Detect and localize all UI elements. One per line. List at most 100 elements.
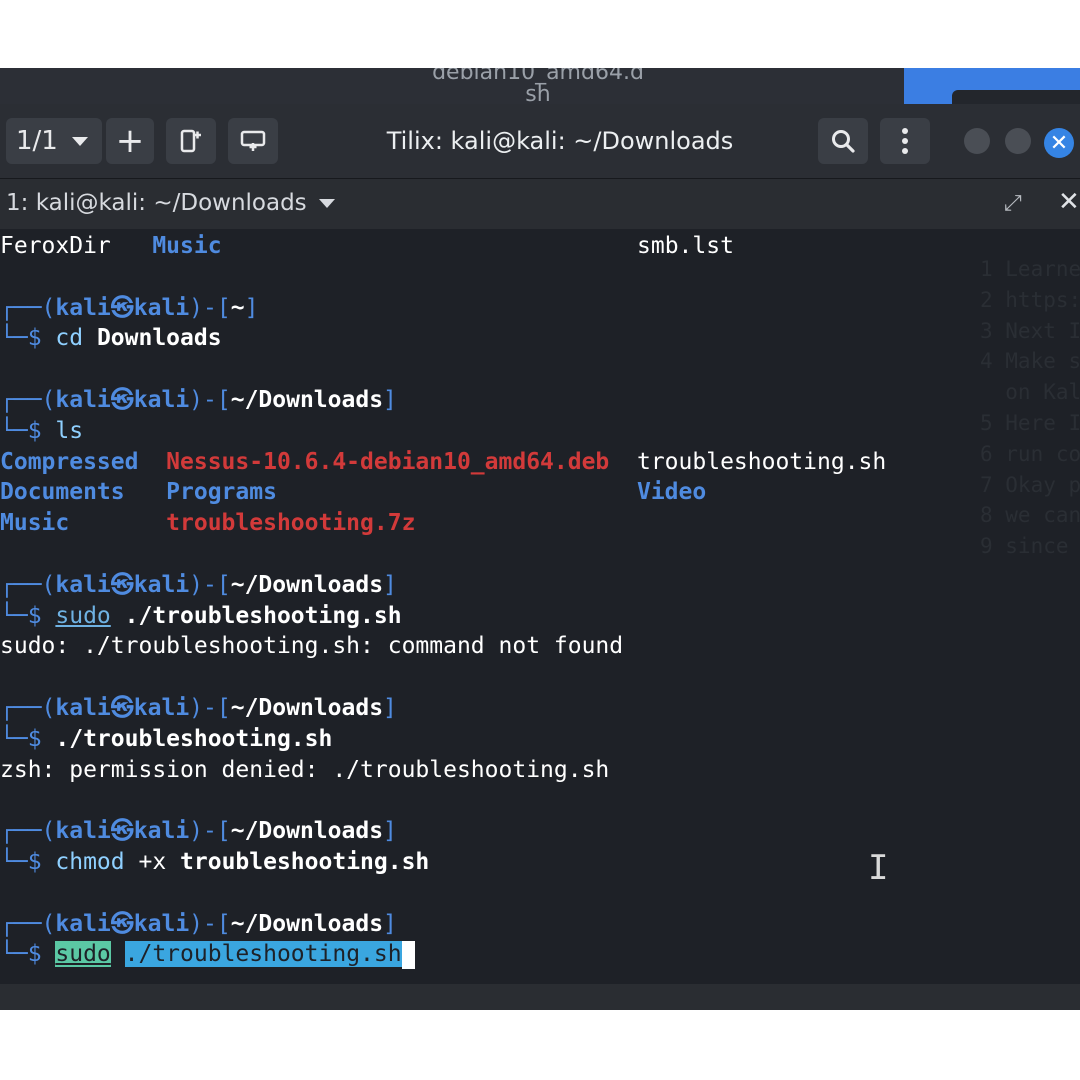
terminal-line: └─$ cd Downloads <box>0 323 222 354</box>
terminal-text: ~/Downloads <box>230 695 384 721</box>
search-icon <box>832 130 855 153</box>
terminal-title[interactable]: 1: kali@kali: ~/Downloads <box>6 189 335 217</box>
terminal-text: ~/Downloads <box>230 818 384 845</box>
terminal-line: ┌──(kali㉿kali)-[~/Downloads] <box>0 570 397 601</box>
split-down-button[interactable] <box>228 118 278 164</box>
terminal-text: troubleshooting.sh <box>636 448 887 475</box>
terminal-text: ┌──( <box>0 695 56 721</box>
text-cursor <box>401 940 415 969</box>
desktop-panel-inner <box>952 90 1080 104</box>
terminal-text: )-[ <box>189 294 231 321</box>
terminal-text: ~ <box>230 294 245 321</box>
terminal-text: Programs <box>166 479 277 506</box>
terminal-text: kali㉿kali <box>55 910 190 937</box>
terminal-line: └─$ ls <box>0 416 83 447</box>
terminal-text: ] <box>383 910 397 937</box>
terminal-text: kali㉿kali <box>55 387 190 413</box>
close-button[interactable]: ✕ <box>1044 128 1074 158</box>
kebab-menu-icon <box>902 128 908 154</box>
terminal-text: )-[ <box>189 387 231 413</box>
terminal-line: Compressed Nessus-10.6.4-debian10_amd64.… <box>0 447 886 478</box>
terminal-line: ┌──(kali㉿kali)-[~/Downloads] <box>0 385 397 416</box>
terminal-line: Music troubleshooting.7z <box>0 508 415 539</box>
background-note-line: 5 Here I <box>980 410 1080 435</box>
split-right-button[interactable] <box>166 118 216 164</box>
background-note-line: 7 Okay p <box>980 472 1080 497</box>
add-session-button[interactable]: + <box>106 118 154 164</box>
maximize-button[interactable] <box>1005 128 1031 154</box>
terminal-line: Documents Programs Video <box>0 477 706 508</box>
background-note-line: 1 Learne <box>980 257 1080 281</box>
maximize-terminal-icon[interactable]: ⤢ <box>1004 191 1022 216</box>
terminal-text: +x <box>124 849 181 875</box>
terminal-text: ] <box>383 387 397 413</box>
terminal-text: )-[ <box>189 910 231 937</box>
terminal-text: ~/Downloads <box>230 387 384 413</box>
terminal-text: ./troubleshooting.sh <box>110 602 402 629</box>
background-note-line: 4 Make s <box>980 349 1080 374</box>
terminal-text: cd <box>55 325 97 352</box>
menu-button[interactable] <box>880 118 930 164</box>
terminal-text: ] <box>244 294 259 321</box>
terminal-text: kali㉿kali <box>55 818 190 845</box>
window-title: Tilix: kali@kali: ~/Downloads <box>386 127 734 155</box>
terminal-text: ] <box>383 571 397 598</box>
chevron-down-icon <box>71 136 88 146</box>
search-button[interactable] <box>818 118 868 164</box>
terminal-text: Music <box>0 510 167 537</box>
terminal-text: Documents <box>0 479 167 506</box>
terminal-line: └─$ sudo ./troubleshooting.sh <box>0 601 402 632</box>
desktop-background: debian10_amd64.d sh <box>0 68 1080 104</box>
terminal-text: Compressed <box>0 448 167 475</box>
terminal-text: Music <box>152 233 222 259</box>
terminal-text: sudo <box>55 602 111 629</box>
terminal-title-bar[interactable]: 1: kali@kali: ~/Downloads ⤢ ✕ <box>0 179 1080 229</box>
terminal-text: ┌──( <box>0 294 56 321</box>
terminal-title-text: 1: kali@kali: ~/Downloads <box>6 190 307 216</box>
terminal-text: └─$ <box>0 725 56 752</box>
terminal-text: chmod <box>55 849 125 875</box>
terminal-output[interactable]: FeroxDir Music smb.lst ┌──(kali㉿kali)-[~]… <box>0 230 1080 1010</box>
session-switcher-button[interactable]: 1/1 <box>6 118 102 164</box>
terminal-text: kali㉿kali <box>55 571 190 598</box>
terminal-line: FeroxDir Music smb.lst <box>0 231 734 262</box>
background-note-line: on Kal <box>980 380 1080 405</box>
background-note-line: 2 https: <box>980 287 1080 312</box>
terminal-text: sudo <box>55 941 111 968</box>
terminal-text: └─$ <box>0 849 56 875</box>
terminal-text: Downloads <box>96 325 222 352</box>
background-note-line: 9 since <box>980 534 1069 559</box>
terminal-text: └─$ <box>0 417 56 444</box>
background-notes: 1 Learne 2 https: 3 Next I 4 Make s on Kal 5… <box>980 254 1080 562</box>
close-icon: ✕ <box>1049 130 1069 156</box>
terminal-text: ls <box>55 417 84 444</box>
terminal-text: ] <box>383 695 397 721</box>
status-strip <box>0 984 1080 1010</box>
terminal-line: sudo: ./troubleshooting.sh: command not … <box>0 631 623 662</box>
terminal-text: FeroxDir <box>0 233 153 259</box>
session-indicator: 1/1 <box>16 126 58 156</box>
terminal-text: ./troubleshooting.sh <box>55 725 333 752</box>
background-window-label: debian10_amd64.d sh <box>432 68 644 104</box>
terminal-text: └─$ <box>0 941 56 968</box>
terminal-text: ] <box>383 818 397 845</box>
terminal-text: )-[ <box>189 818 231 845</box>
terminal-text: ./troubleshooting.sh <box>124 941 402 968</box>
terminal-line: └─$ chmod +x troubleshooting.sh <box>0 847 429 878</box>
header-bar: 1/1 + Tilix: kali@kali: ~/Downloads ✕ <box>0 104 1080 179</box>
plus-icon: + <box>115 121 145 161</box>
terminal-line: └─$ ./troubleshooting.sh <box>0 724 332 755</box>
terminal-line: ┌──(kali㉿kali)-[~/Downloads] <box>0 816 397 847</box>
terminal-text: )-[ <box>189 571 231 598</box>
minimize-button[interactable] <box>964 128 990 154</box>
background-note-line: 6 run co <box>980 441 1080 466</box>
terminal-text: ┌──( <box>0 818 56 845</box>
terminal-text: ~/Downloads <box>230 910 384 937</box>
terminal-text: ┌──( <box>0 910 56 937</box>
close-terminal-icon[interactable]: ✕ <box>1058 187 1080 217</box>
terminal-line: └─$ sudo ./troubleshooting.sh <box>0 939 415 970</box>
